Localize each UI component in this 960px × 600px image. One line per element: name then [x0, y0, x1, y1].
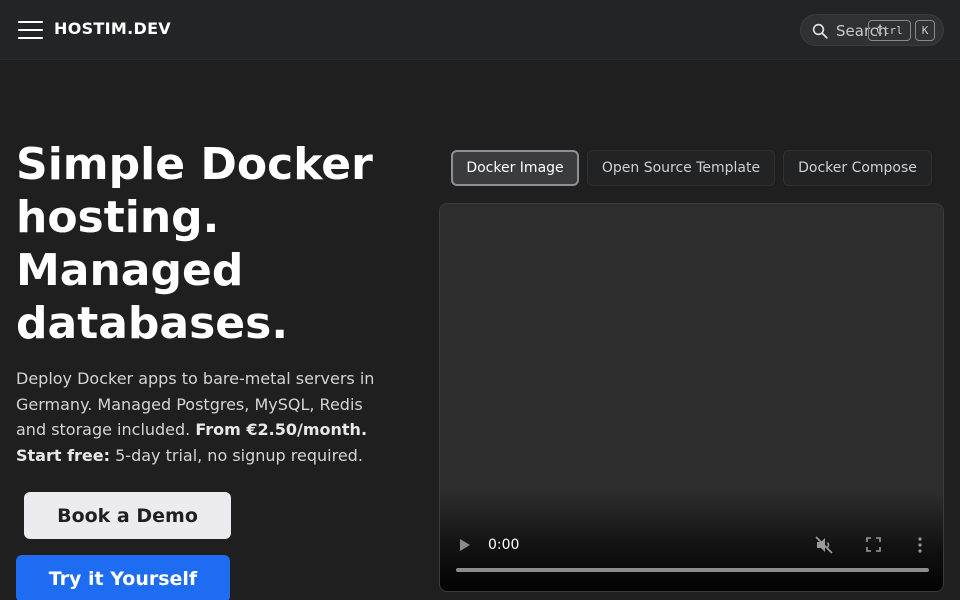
tab-open-source-template[interactable]: Open Source Template	[587, 150, 775, 186]
demo-video-player[interactable]: 0:00	[439, 203, 944, 592]
try-it-yourself-button[interactable]: Try it Yourself	[16, 555, 230, 600]
hero-title-line: databases.	[16, 298, 289, 349]
search-button[interactable]: Search Ctrl K	[800, 14, 944, 46]
hero-title-line: Simple Docker	[16, 139, 373, 190]
shortcut-ctrl-key: Ctrl	[868, 20, 911, 41]
brand-logo[interactable]: HOSTIM.DEV	[54, 19, 171, 38]
start-free-label: Start free:	[16, 445, 111, 465]
shortcut-k-key: K	[915, 20, 935, 41]
hero-title: Simple Docker hosting. Managed databases…	[16, 138, 416, 350]
video-progress-bar[interactable]	[456, 568, 929, 572]
price-text: From €2.50/month.	[195, 420, 368, 439]
hero-title-line: Managed	[16, 245, 244, 296]
menu-icon[interactable]	[18, 20, 43, 40]
book-demo-button[interactable]: Book a Demo	[24, 492, 231, 539]
mute-icon[interactable]	[815, 536, 833, 554]
tab-docker-compose[interactable]: Docker Compose	[783, 150, 932, 186]
tab-docker-image[interactable]: Docker Image	[451, 150, 579, 186]
top-navbar: HOSTIM.DEV Search Ctrl K	[0, 0, 960, 60]
hero-title-line: hosting.	[16, 192, 220, 243]
fullscreen-icon[interactable]	[866, 537, 881, 552]
hero-description: Deploy Docker apps to bare-metal servers…	[16, 366, 396, 468]
trial-text: 5-day trial, no signup required.	[110, 445, 363, 465]
search-icon	[812, 23, 828, 39]
video-time: 0:00	[488, 537, 520, 553]
more-options-icon[interactable]	[917, 536, 923, 554]
play-icon[interactable]	[459, 538, 471, 552]
